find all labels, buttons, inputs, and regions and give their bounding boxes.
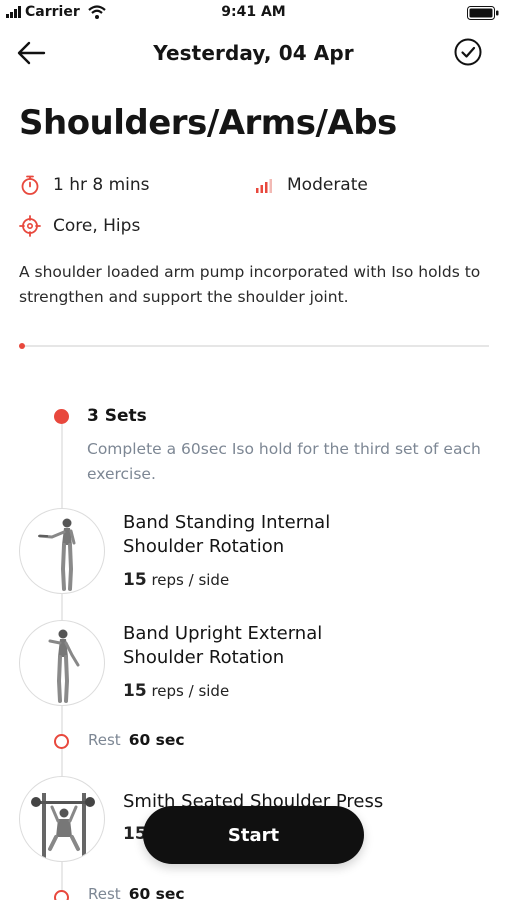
rest-label: Rest [88, 885, 121, 900]
rest-row: Rest 60 sec [88, 731, 185, 749]
rest-value: 60 sec [128, 885, 185, 900]
exercise-thumbnail[interactable] [19, 776, 105, 862]
crosshair-icon [19, 215, 41, 237]
focus-label: Core, Hips [53, 216, 141, 236]
workout-description: A shoulder loaded arm pump incorporated … [19, 263, 481, 306]
intensity-label: Moderate [287, 175, 368, 195]
status-bar: Carrier 9:41 AM [0, 0, 507, 26]
exercise-reps: 15 reps / side [123, 681, 229, 701]
duration-row: 1 hr 8 mins [19, 174, 150, 196]
start-button[interactable]: Start [143, 806, 364, 864]
exercise-thumbnail[interactable] [19, 620, 105, 706]
progress-track [19, 343, 489, 349]
exercise-thumbnail[interactable] [19, 508, 105, 594]
clock: 9:41 AM [221, 4, 286, 20]
set-marker [54, 409, 69, 424]
intensity-row: Moderate [253, 174, 368, 196]
nav-title: Yesterday, 04 Apr [153, 41, 354, 65]
exercise-reps: 15 reps / side [123, 570, 229, 590]
exercise-name-line: Band Upright External [123, 623, 323, 644]
exercise-name[interactable]: Band Upright External Shoulder Rotation [123, 622, 322, 670]
rest-label: Rest [88, 731, 121, 749]
rest-marker [54, 734, 69, 749]
exercise-name[interactable]: Band Standing Internal Shoulder Rotation [123, 511, 330, 559]
focus-row: Core, Hips [19, 215, 140, 237]
set-note: Complete a 60sec Iso hold for the third … [87, 440, 481, 483]
battery-icon [467, 6, 499, 20]
exercise-name-line: Band Standing Internal [123, 512, 331, 533]
stopwatch-icon [21, 175, 39, 195]
rest-value: 60 sec [128, 731, 185, 749]
sets-label: 3 Sets [87, 406, 147, 426]
intensity-bars-icon [256, 179, 272, 193]
nav-bar: Yesterday, 04 Apr [0, 34, 507, 74]
reps-count: 15 [123, 681, 147, 701]
reps-count: 15 [123, 570, 147, 590]
rest-marker [54, 890, 69, 900]
exercise-name-line: Shoulder Rotation [123, 536, 285, 557]
progress-indicator [19, 343, 25, 349]
reps-unit: reps / side [151, 571, 230, 589]
reps-unit: reps / side [151, 682, 230, 700]
rest-row: Rest 60 sec [88, 885, 185, 900]
workout-title: Shoulders/Arms/Abs [19, 103, 397, 143]
exercise-name-line: Shoulder Rotation [123, 647, 285, 668]
check-circle-icon[interactable] [453, 37, 483, 67]
duration-label: 1 hr 8 mins [53, 175, 150, 195]
